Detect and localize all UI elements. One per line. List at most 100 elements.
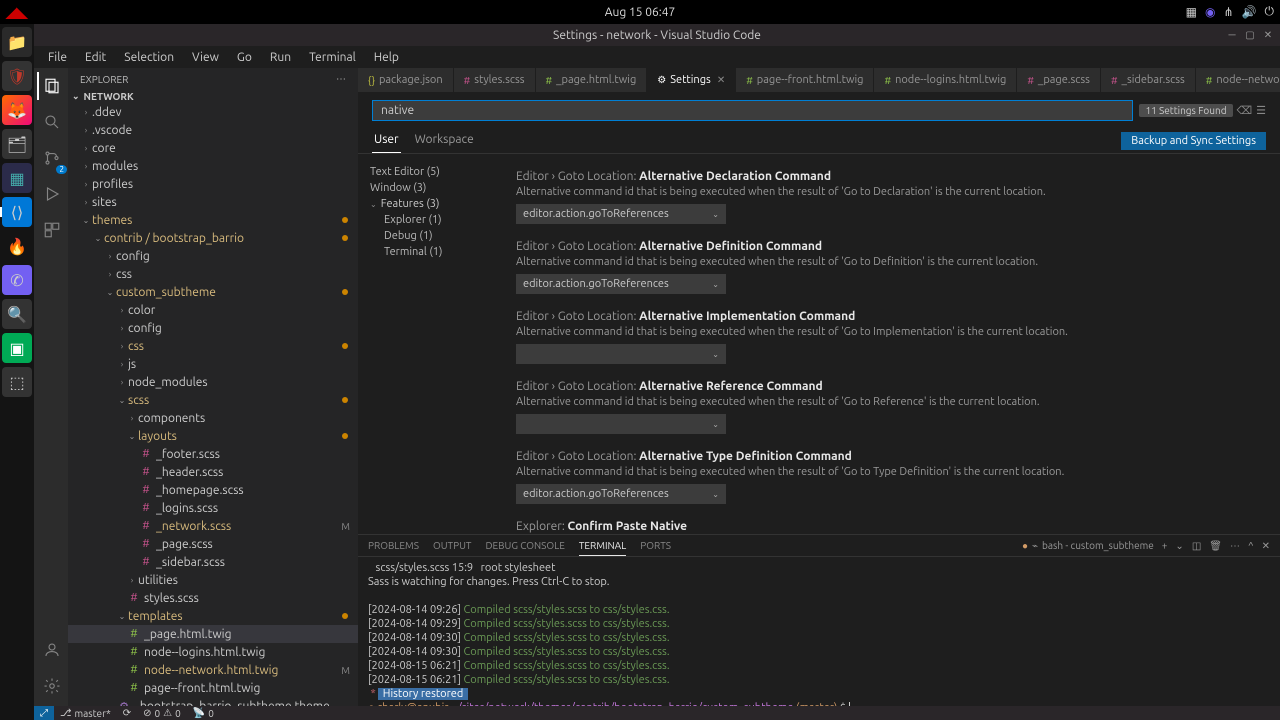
status-problems[interactable]: ⊘0⚠0 bbox=[137, 707, 187, 719]
tray-app-icon[interactable]: ▦ bbox=[1186, 5, 1197, 19]
settings-search-input[interactable] bbox=[372, 100, 1133, 121]
tree-folder[interactable]: ›.ddev bbox=[68, 103, 358, 121]
tree-folder[interactable]: ⌄layouts bbox=[68, 427, 358, 445]
tree-folder[interactable]: ⌄themes bbox=[68, 211, 358, 229]
tree-file[interactable]: #_homepage.scss bbox=[68, 481, 358, 499]
tab-page-scss[interactable]: #_page.scss bbox=[1017, 68, 1101, 92]
activity-extensions-icon[interactable] bbox=[37, 216, 65, 244]
activities-icon[interactable]: ◢◣ bbox=[6, 4, 28, 21]
terminal-more-icon[interactable]: ⋯ bbox=[1230, 540, 1240, 552]
tree-file[interactable]: #styles.scss bbox=[68, 589, 358, 607]
tree-file[interactable]: #_sidebar.scss bbox=[68, 553, 358, 571]
toc-terminal[interactable]: Terminal (1) bbox=[362, 244, 494, 260]
panel-tab-terminal[interactable]: TERMINAL bbox=[579, 536, 626, 556]
dock-app3-icon[interactable]: ▦ bbox=[2, 163, 32, 193]
maximize-button[interactable]: ▢ bbox=[1242, 27, 1258, 43]
tree-folder[interactable]: ›sites bbox=[68, 193, 358, 211]
activity-search-icon[interactable] bbox=[37, 108, 65, 136]
close-window-button[interactable]: ✕ bbox=[1260, 27, 1276, 43]
tree-folder[interactable]: ›config bbox=[68, 319, 358, 337]
project-section-title[interactable]: ⌄NETWORK bbox=[68, 90, 358, 103]
tree-folder[interactable]: ›css bbox=[68, 337, 358, 355]
settings-list[interactable]: Editor › Goto Location: Alternative Decl… bbox=[498, 154, 1280, 534]
menu-terminal[interactable]: Terminal bbox=[301, 49, 364, 66]
toc-window[interactable]: Window (3) bbox=[362, 180, 494, 196]
clear-search-icon[interactable]: ⌫ bbox=[1237, 104, 1253, 117]
tab-package-json[interactable]: {}package.json bbox=[358, 68, 454, 92]
menu-run[interactable]: Run bbox=[262, 49, 299, 66]
tree-folder[interactable]: ›profiles bbox=[68, 175, 358, 193]
dock-app2-icon[interactable]: 🗂 bbox=[2, 129, 32, 159]
close-panel-icon[interactable]: ✕ bbox=[1262, 540, 1270, 552]
activity-settings-icon[interactable] bbox=[37, 672, 65, 700]
tree-file[interactable]: #_page.html.twig bbox=[68, 625, 358, 643]
dock-firefox-icon[interactable]: 🦊 bbox=[2, 95, 32, 125]
terminal-output[interactable]: scss/styles.scss 15:9 root stylesheet Sa… bbox=[358, 557, 1280, 706]
tree-folder[interactable]: ⌄scss bbox=[68, 391, 358, 409]
panel-tab-debug[interactable]: DEBUG CONSOLE bbox=[485, 536, 564, 555]
tree-file[interactable]: #_header.scss bbox=[68, 463, 358, 481]
tree-folder[interactable]: ›utilities bbox=[68, 571, 358, 589]
setting-dropdown[interactable]: editor.action.goToReferences⌄ bbox=[516, 274, 726, 294]
toc-features[interactable]: ⌄Features (3) bbox=[362, 196, 494, 212]
tab-page-twig[interactable]: #_page.html.twig bbox=[536, 68, 648, 92]
status-ports[interactable]: 📡0 bbox=[187, 707, 220, 719]
tray-power-icon[interactable]: ⏻ bbox=[1265, 5, 1275, 19]
tab-node-network[interactable]: #node--network.h bbox=[1196, 68, 1280, 92]
dock-app6-icon[interactable]: ⬚ bbox=[2, 367, 32, 397]
tab-styles-scss[interactable]: #styles.scss bbox=[454, 68, 536, 92]
tree-folder[interactable]: ⌄custom_subtheme bbox=[68, 283, 358, 301]
tree-folder[interactable]: ⌄templates bbox=[68, 607, 358, 625]
dock-files-icon[interactable]: 📁 bbox=[2, 27, 32, 57]
toc-debug[interactable]: Debug (1) bbox=[362, 228, 494, 244]
tree-folder[interactable]: ›node_modules bbox=[68, 373, 358, 391]
tree-folder[interactable]: ⌄contrib / bootstrap_barrio bbox=[68, 229, 358, 247]
activity-explorer-icon[interactable] bbox=[37, 72, 65, 100]
tree-folder[interactable]: ›.vscode bbox=[68, 121, 358, 139]
dock-app1-icon[interactable]: 🛡 bbox=[2, 61, 32, 91]
tree-folder[interactable]: ›components bbox=[68, 409, 358, 427]
tree-file[interactable]: #node--network.html.twigM bbox=[68, 661, 358, 679]
tree-folder[interactable]: ›color bbox=[68, 301, 358, 319]
dock-app5-icon[interactable]: ▣ bbox=[2, 333, 32, 363]
activity-scm-icon[interactable]: 2 bbox=[37, 144, 65, 172]
panel-tab-ports[interactable]: PORTS bbox=[640, 536, 671, 555]
tab-page-front[interactable]: #page--front.html.twig bbox=[736, 68, 874, 92]
tree-file[interactable]: #_network.scssM bbox=[68, 517, 358, 535]
tree-file[interactable]: ⚙_bootstrap_barrio_subtheme.theme bbox=[68, 697, 358, 706]
toc-text-editor[interactable]: Text Editor (5) bbox=[362, 164, 494, 180]
menu-selection[interactable]: Selection bbox=[116, 49, 182, 66]
tree-folder[interactable]: ›modules bbox=[68, 157, 358, 175]
activity-debug-icon[interactable] bbox=[37, 180, 65, 208]
tree-file[interactable]: #_page.scss bbox=[68, 535, 358, 553]
new-terminal-icon[interactable]: + bbox=[1162, 540, 1168, 551]
tree-file[interactable]: #node--logins.html.twig bbox=[68, 643, 358, 661]
tab-settings[interactable]: ⚙Settings✕ bbox=[647, 68, 736, 92]
kill-terminal-icon[interactable]: 🗑 bbox=[1209, 540, 1222, 552]
menu-view[interactable]: View bbox=[184, 49, 227, 66]
tree-folder[interactable]: ›core bbox=[68, 139, 358, 157]
minimize-button[interactable]: ─ bbox=[1224, 27, 1240, 43]
tray-network-icon[interactable]: ⋔ bbox=[1223, 5, 1233, 19]
panel-tab-output[interactable]: OUTPUT bbox=[433, 536, 472, 555]
toc-explorer[interactable]: Explorer (1) bbox=[362, 212, 494, 228]
tray-viber-icon[interactable]: ◉ bbox=[1205, 5, 1215, 19]
maximize-panel-icon[interactable]: ^ bbox=[1248, 540, 1254, 551]
tree-file[interactable]: #_logins.scss bbox=[68, 499, 358, 517]
tab-node-logins[interactable]: #node--logins.html.twig bbox=[874, 68, 1017, 92]
close-icon[interactable]: ✕ bbox=[717, 74, 725, 86]
tray-volume-icon[interactable]: 🔊 bbox=[1242, 5, 1257, 19]
scope-user-tab[interactable]: User bbox=[372, 129, 401, 153]
setting-dropdown[interactable]: editor.action.goToReferences⌄ bbox=[516, 204, 726, 224]
terminal-shell-label[interactable]: ●⌁bash - custom_subtheme bbox=[1022, 540, 1154, 552]
setting-dropdown[interactable]: editor.action.goToReferences⌄ bbox=[516, 484, 726, 504]
panel-tab-problems[interactable]: PROBLEMS bbox=[368, 536, 419, 555]
setting-dropdown[interactable]: ⌄ bbox=[516, 414, 726, 434]
dock-app4-icon[interactable]: 🔍 bbox=[2, 299, 32, 329]
dock-viber-icon[interactable]: ✆ bbox=[2, 265, 32, 295]
explorer-more-icon[interactable]: ⋯ bbox=[336, 73, 346, 85]
filter-icon[interactable]: ☰ bbox=[1256, 104, 1266, 117]
tab-sidebar-scss[interactable]: #_sidebar.scss bbox=[1101, 68, 1196, 92]
dock-vscode-icon[interactable]: ⟨⟩ bbox=[2, 197, 32, 227]
menu-help[interactable]: Help bbox=[366, 49, 407, 66]
